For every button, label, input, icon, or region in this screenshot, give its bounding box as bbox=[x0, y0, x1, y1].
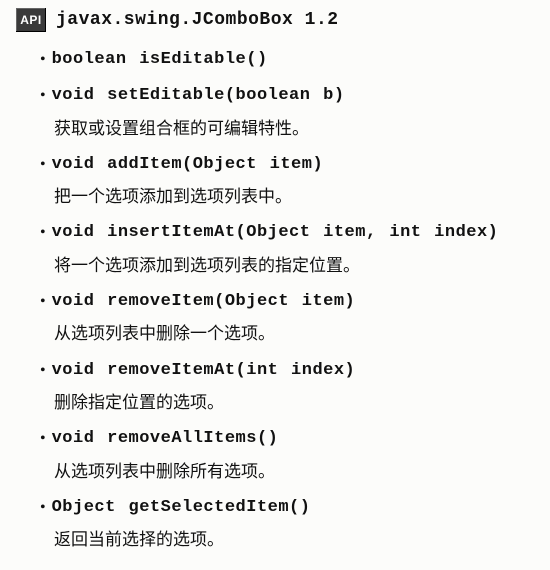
method-entry: • void insertItemAt(Object item, int ind… bbox=[40, 217, 534, 282]
api-badge-text: API bbox=[20, 13, 42, 27]
method-signature: boolean isEditable() bbox=[52, 44, 268, 76]
signature-line: • void removeAllItems() bbox=[40, 423, 534, 455]
method-description: 把一个选项添加到选项列表中。 bbox=[40, 181, 534, 213]
signature-line: • void insertItemAt(Object item, int ind… bbox=[40, 217, 534, 249]
bullet-icon: • bbox=[40, 88, 46, 104]
method-signature: void insertItemAt(Object item, int index… bbox=[52, 217, 499, 249]
method-entry: • boolean isEditable() bbox=[40, 44, 534, 76]
method-entry: • Object getSelectedItem() 返回当前选择的选项。 bbox=[40, 492, 534, 557]
bullet-icon: • bbox=[40, 294, 46, 310]
method-description: 将一个选项添加到选项列表的指定位置。 bbox=[40, 250, 534, 282]
bullet-icon: • bbox=[40, 500, 46, 516]
method-entry: • void addItem(Object item) 把一个选项添加到选项列表… bbox=[40, 149, 534, 214]
method-description: 获取或设置组合框的可编辑特性。 bbox=[40, 113, 534, 145]
method-signature: void addItem(Object item) bbox=[52, 149, 324, 181]
api-header: API javax.swing.JComboBox 1.2 bbox=[16, 8, 534, 32]
signature-line: • void removeItem(Object item) bbox=[40, 286, 534, 318]
method-signature: void setEditable(boolean b) bbox=[52, 80, 345, 112]
signature-line: • boolean isEditable() bbox=[40, 44, 534, 76]
method-entry: • void removeAllItems() 从选项列表中删除所有选项。 bbox=[40, 423, 534, 488]
bullet-icon: • bbox=[40, 363, 46, 379]
api-doc-page: API javax.swing.JComboBox 1.2 • boolean … bbox=[0, 0, 550, 570]
method-entry: • void setEditable(boolean b) 获取或设置组合框的可… bbox=[40, 80, 534, 145]
signature-line: • void removeItemAt(int index) bbox=[40, 355, 534, 387]
method-description: 从选项列表中删除所有选项。 bbox=[40, 456, 534, 488]
signature-line: • Object getSelectedItem() bbox=[40, 492, 534, 524]
method-list: • boolean isEditable() • void setEditabl… bbox=[16, 44, 534, 556]
method-entry: • void removeItem(Object item) 从选项列表中删除一… bbox=[40, 286, 534, 351]
signature-line: • void addItem(Object item) bbox=[40, 149, 534, 181]
class-title: javax.swing.JComboBox 1.2 bbox=[56, 10, 339, 30]
method-signature: void removeItem(Object item) bbox=[52, 286, 356, 318]
bullet-icon: • bbox=[40, 225, 46, 241]
method-signature: void removeItemAt(int index) bbox=[52, 355, 356, 387]
method-description: 从选项列表中删除一个选项。 bbox=[40, 318, 534, 350]
method-description: 返回当前选择的选项。 bbox=[40, 524, 534, 556]
api-badge-icon: API bbox=[16, 8, 46, 32]
method-signature: void removeAllItems() bbox=[52, 423, 279, 455]
bullet-icon: • bbox=[40, 431, 46, 447]
method-description: 删除指定位置的选项。 bbox=[40, 387, 534, 419]
bullet-icon: • bbox=[40, 157, 46, 173]
method-entry: • void removeItemAt(int index) 删除指定位置的选项… bbox=[40, 355, 534, 420]
signature-line: • void setEditable(boolean b) bbox=[40, 80, 534, 112]
bullet-icon: • bbox=[40, 52, 46, 68]
method-signature: Object getSelectedItem() bbox=[52, 492, 311, 524]
